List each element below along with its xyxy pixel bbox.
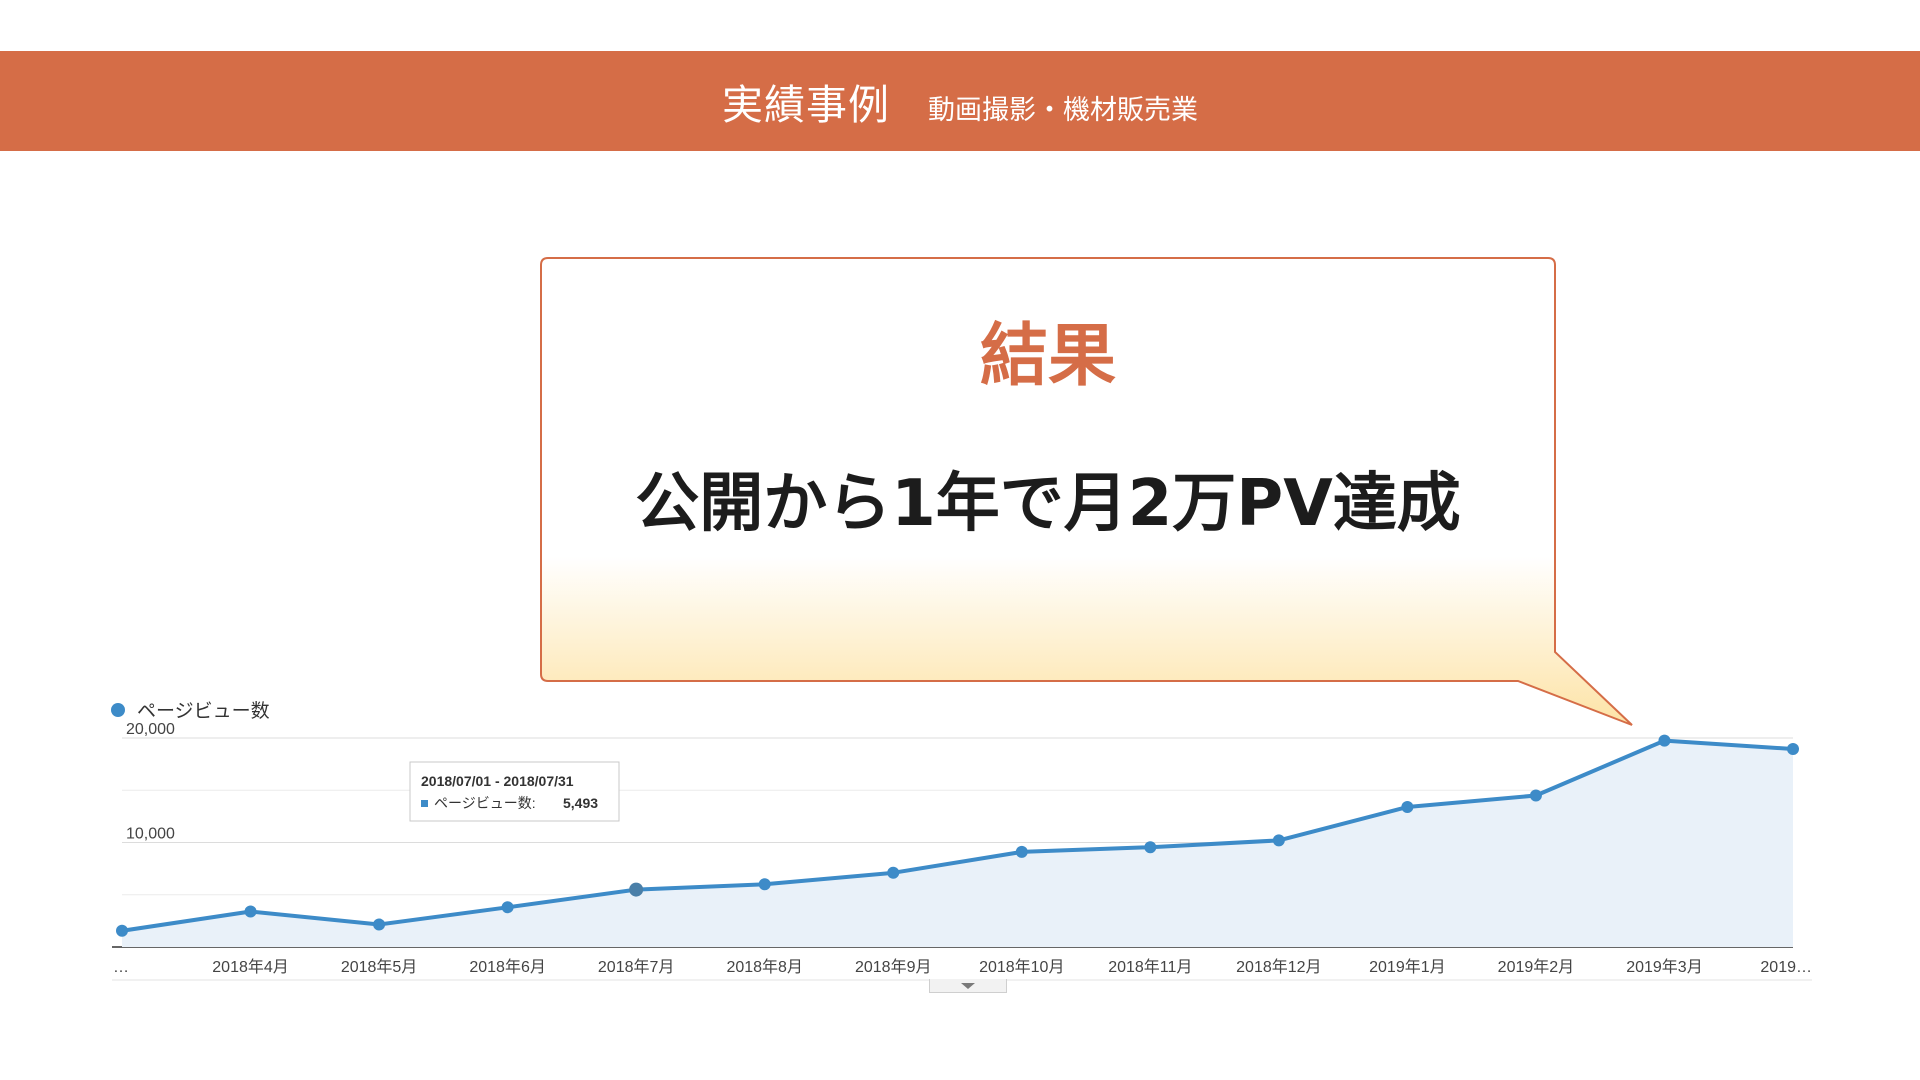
data-point[interactable] [1787,742,1799,755]
data-point[interactable] [629,882,644,897]
chevron-down-icon [961,983,975,989]
x-tick-label: 2018年7月 [598,958,675,976]
data-point[interactable] [373,918,386,931]
data-point[interactable] [116,924,128,937]
tooltip-marker [421,800,428,807]
data-point[interactable] [758,878,771,891]
x-tick-label: 2018年6月 [469,958,546,976]
data-point[interactable] [1144,841,1157,854]
result-label: 結果 [979,317,1116,396]
x-tick-label: 2018年8月 [726,958,803,976]
data-point[interactable] [1272,834,1285,847]
legend-marker [111,703,125,717]
data-point[interactable] [1529,789,1542,802]
data-point[interactable] [1658,734,1671,747]
tooltip-date: 2018/07/01 - 2018/07/31 [421,773,574,789]
y-tick-label: 10,000 [126,826,175,843]
x-tick-label: 2018年5月 [341,958,418,976]
data-point[interactable] [244,905,257,918]
result-text: 公開から1年で月2万PV達成 [635,467,1461,541]
x-tick-label: 2019年2月 [1498,958,1575,976]
x-tick-label: 2018年4月 [212,958,289,976]
data-point[interactable] [1401,800,1414,813]
x-tick-label: 2019年3月 [1626,958,1703,976]
data-point[interactable] [1015,845,1028,858]
x-tick-label: … [113,959,129,976]
x-tick-label: 2018年11月 [1108,958,1192,976]
x-tick-label: 2019… [1760,959,1812,976]
x-tick-label: 2018年9月 [855,958,932,976]
data-point[interactable] [501,901,514,914]
tooltip-value: 5,493 [563,795,598,811]
pageview-chart: 20,000 10,000 … 2018年4月 2018年5月 2018年6月 2018年… [111,700,1812,981]
x-tick-label: 2018年10月 [979,958,1064,976]
data-point[interactable] [887,866,900,879]
x-tick-label: 2019年1月 [1369,958,1446,976]
x-tick-label: 2018年12月 [1236,958,1321,976]
chart-tooltip: 2018/07/01 - 2018/07/31 ページビュー数: 5,493 [409,761,620,822]
chart-expand-handle[interactable] [929,979,1007,993]
legend-label: ページビュー数 [137,700,270,722]
area-fill [122,740,1793,947]
y-tick-label: 20,000 [126,721,175,738]
tooltip-label: ページビュー数: [434,795,536,811]
